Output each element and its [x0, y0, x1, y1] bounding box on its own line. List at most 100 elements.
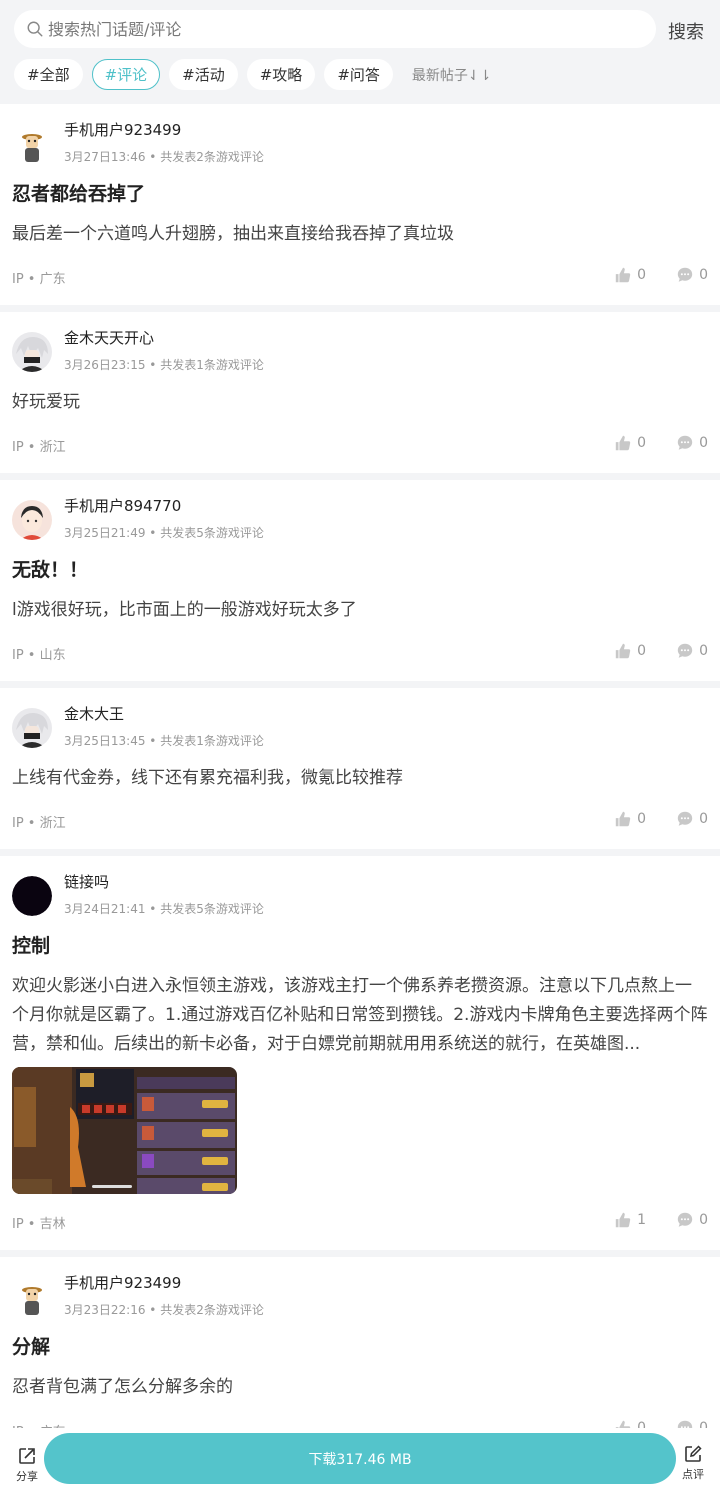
- post-text: 上线有代金券，线下还有累充福利我，微氪比较推荐: [12, 768, 403, 788]
- post-card[interactable]: 手机用户923499 3月27日13:46 • 共发表2条游戏评论 忍者都给吞掉…: [0, 104, 720, 305]
- username[interactable]: 手机用户894770: [64, 495, 181, 516]
- thumbs-up-icon: [615, 811, 631, 827]
- share-button[interactable]: 分享: [12, 1446, 42, 1484]
- comment-icon: [677, 1212, 693, 1227]
- comment-icon: [677, 811, 693, 826]
- post-footer: IP • 浙江 0 0: [12, 417, 708, 473]
- comment-button[interactable]: 0: [676, 642, 708, 660]
- topic-tabs: #全部 #评论 #活动 #攻略 #问答 最新帖子⇃⇂: [14, 59, 491, 90]
- post-footer: IP • 吉林 1 0: [12, 1194, 708, 1250]
- tab-all[interactable]: #全部: [14, 59, 83, 90]
- post-header: 手机用户894770 3月25日21:49 • 共发表5条游戏评论: [12, 480, 708, 542]
- username[interactable]: 链接吗: [64, 871, 109, 892]
- comment-button[interactable]: 0: [676, 1211, 708, 1229]
- avatar[interactable]: [12, 1277, 52, 1317]
- search-button[interactable]: 搜索: [668, 18, 704, 44]
- ip-location: IP • 浙江: [12, 816, 66, 831]
- like-button[interactable]: 0: [614, 642, 646, 660]
- like-count: 0: [637, 643, 647, 659]
- post-header: 金木大王 3月25日13:45 • 共发表1条游戏评论: [12, 688, 708, 750]
- username[interactable]: 手机用户923499: [64, 1272, 181, 1293]
- thumbs-up-icon: [615, 1212, 631, 1228]
- like-count: 1: [637, 1212, 647, 1228]
- post-title: 控制: [12, 935, 51, 957]
- like-button[interactable]: 0: [614, 434, 646, 452]
- comment-count: 0: [699, 811, 708, 827]
- username[interactable]: 金木大王: [64, 703, 124, 724]
- post-image[interactable]: [12, 1067, 237, 1194]
- post-text: l游戏很好玩，比市面上的一般游戏好玩太多了: [12, 600, 357, 620]
- comment-icon: [677, 643, 693, 658]
- post-card[interactable]: 链接吗 3月24日21:41 • 共发表5条游戏评论 控制 欢迎火影迷小白进入永…: [0, 856, 720, 1250]
- post-card[interactable]: 金木天天开心 3月26日23:15 • 共发表1条游戏评论 好玩爱玩 IP • …: [0, 312, 720, 473]
- tab-review[interactable]: #评论: [91, 59, 161, 90]
- share-icon: [19, 1448, 35, 1464]
- post-title: 忍者都给吞掉了: [12, 183, 146, 205]
- tab-activity[interactable]: #活动: [169, 59, 238, 90]
- post-title: 无敌！！: [12, 559, 89, 581]
- post-card[interactable]: 金木大王 3月25日13:45 • 共发表1条游戏评论 上线有代金券，线下还有累…: [0, 688, 720, 849]
- comment-count: 0: [699, 435, 708, 451]
- search-box[interactable]: [14, 10, 656, 48]
- review-label: 点评: [682, 1468, 704, 1481]
- comment-count: 0: [699, 267, 708, 283]
- post-footer: IP • 广东 0 0: [12, 249, 708, 305]
- download-button[interactable]: 下载317.46 MB: [44, 1433, 676, 1484]
- username[interactable]: 金木天天开心: [64, 327, 154, 348]
- thumbs-up-icon: [615, 267, 631, 283]
- comment-button[interactable]: 0: [676, 434, 708, 452]
- avatar[interactable]: [12, 708, 52, 748]
- like-button[interactable]: 1: [614, 1211, 646, 1229]
- search-input[interactable]: [48, 19, 608, 39]
- post-meta: 3月24日21:41 • 共发表5条游戏评论: [64, 902, 264, 916]
- tab-qa[interactable]: #问答: [324, 59, 393, 90]
- avatar[interactable]: [12, 124, 52, 164]
- post-text: 忍者背包满了怎么分解多余的: [12, 1377, 233, 1397]
- like-button[interactable]: 0: [614, 266, 646, 284]
- comment-count: 0: [699, 643, 708, 659]
- post-meta: 3月23日22:16 • 共发表2条游戏评论: [64, 1303, 264, 1317]
- like-count: 0: [637, 811, 647, 827]
- like-count: 0: [637, 435, 647, 451]
- comment-button[interactable]: 0: [676, 810, 708, 828]
- sort-dropdown[interactable]: 最新帖子⇃⇂: [412, 65, 491, 85]
- bottom-bar: 分享 下载317.46 MB 点评: [0, 1428, 720, 1491]
- avatar[interactable]: [12, 332, 52, 372]
- post-footer: IP • 浙江 0 0: [12, 793, 708, 849]
- like-button[interactable]: 0: [614, 810, 646, 828]
- comment-count: 0: [699, 1212, 708, 1228]
- post-header: 链接吗 3月24日21:41 • 共发表5条游戏评论: [12, 856, 708, 918]
- post-meta: 3月27日13:46 • 共发表2条游戏评论: [64, 150, 264, 164]
- thumbs-up-icon: [615, 643, 631, 659]
- like-count: 0: [637, 267, 647, 283]
- review-button[interactable]: 点评: [678, 1444, 708, 1482]
- post-title: 分解: [12, 1336, 51, 1358]
- post-header: 手机用户923499 3月23日22:16 • 共发表2条游戏评论: [12, 1257, 708, 1319]
- post-meta: 3月25日21:49 • 共发表5条游戏评论: [64, 526, 264, 540]
- username[interactable]: 手机用户923499: [64, 119, 181, 140]
- comment-icon: [677, 267, 693, 282]
- ip-location: IP • 广东: [12, 272, 66, 287]
- avatar[interactable]: [12, 500, 52, 540]
- ip-location: IP • 吉林: [12, 1217, 66, 1232]
- thumbs-up-icon: [615, 435, 631, 451]
- post-card[interactable]: 手机用户894770 3月25日21:49 • 共发表5条游戏评论 无敌！！ l…: [0, 480, 720, 681]
- post-text: 最后差一个六道鸣人升翅膀，抽出来直接给我吞掉了真垃圾: [12, 224, 454, 244]
- post-meta: 3月26日23:15 • 共发表1条游戏评论: [64, 358, 264, 372]
- tab-guide[interactable]: #攻略: [246, 59, 316, 90]
- comment-icon: [677, 435, 693, 450]
- edit-icon: [685, 1445, 702, 1462]
- ip-location: IP • 浙江: [12, 440, 66, 455]
- search-icon: [27, 21, 43, 37]
- post-footer: IP • 山东 0 0: [12, 625, 708, 681]
- comment-button[interactable]: 0: [676, 266, 708, 284]
- post-text: 欢迎火影迷小白进入永恒领主游戏，该游戏主打一个佛系养老攒资源。注意以下几点熬上一…: [12, 976, 708, 1054]
- top-bar: 搜索 #全部 #评论 #活动 #攻略 #问答 最新帖子⇃⇂: [0, 0, 720, 104]
- post-text: 好玩爱玩: [12, 392, 80, 412]
- ip-location: IP • 山东: [12, 648, 66, 663]
- post-header: 手机用户923499 3月27日13:46 • 共发表2条游戏评论: [12, 104, 708, 166]
- avatar[interactable]: [12, 876, 52, 916]
- post-feed: 手机用户923499 3月27日13:46 • 共发表2条游戏评论 忍者都给吞掉…: [0, 104, 720, 1465]
- share-label: 分享: [16, 1470, 38, 1483]
- post-meta: 3月25日13:45 • 共发表1条游戏评论: [64, 734, 264, 748]
